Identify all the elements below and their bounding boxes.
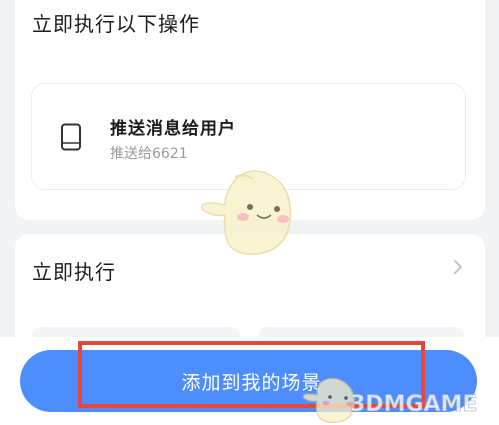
- chevron-right-icon: [454, 260, 462, 274]
- actions-section-title: 立即执行以下操作: [32, 12, 200, 36]
- watermark-text: 3DMGAME: [349, 392, 478, 418]
- action-item-subtitle: 推送给6621: [110, 146, 188, 162]
- mascot-watermark-icon: [200, 170, 292, 255]
- execute-section-title: 立即执行: [32, 260, 116, 284]
- action-item-title: 推送消息给用户: [110, 119, 236, 139]
- phone-icon: [61, 123, 81, 151]
